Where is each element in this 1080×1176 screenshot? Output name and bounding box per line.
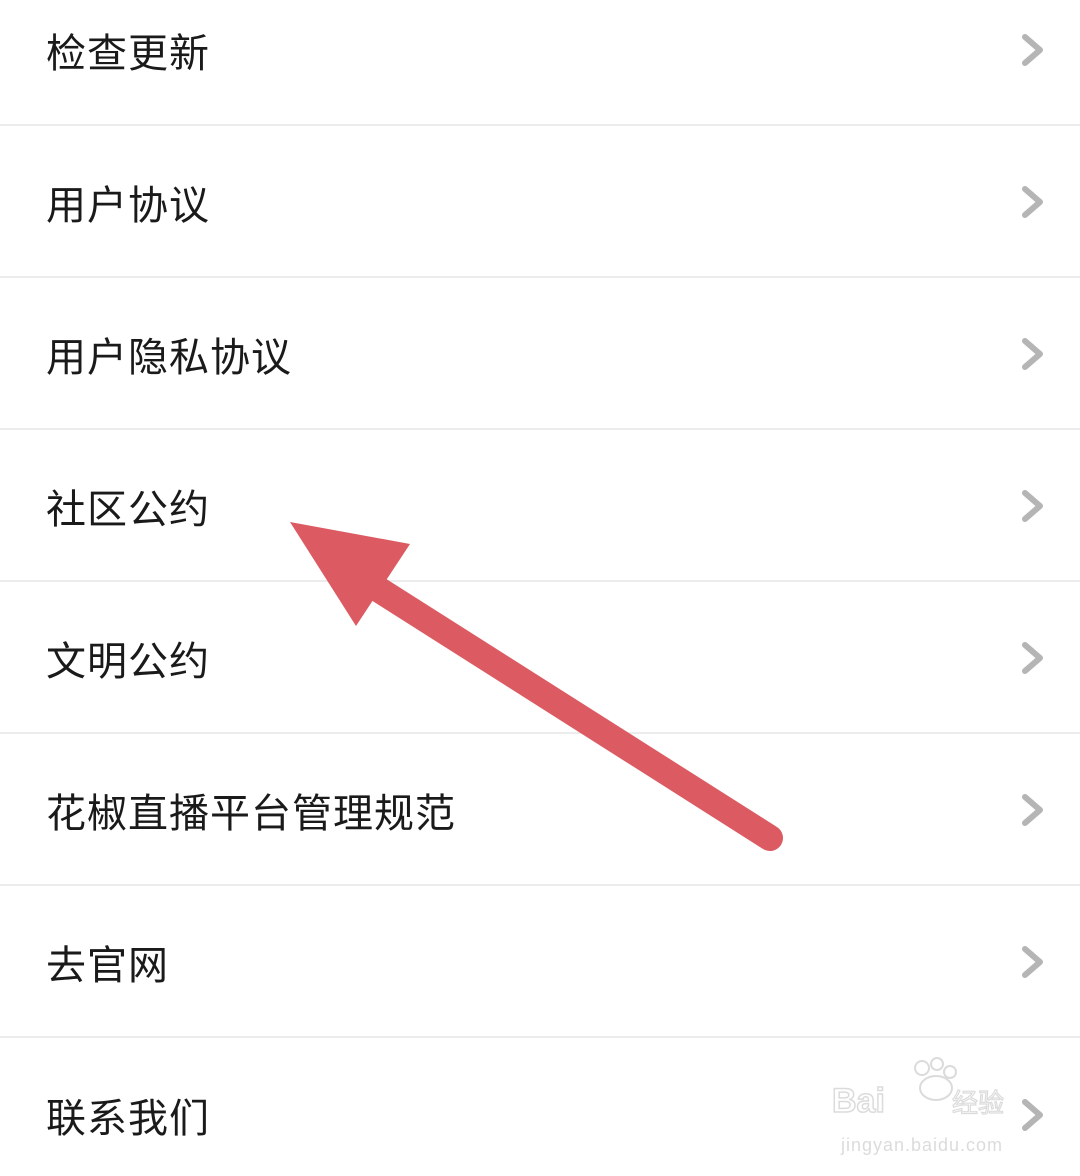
menu-item-official-website[interactable]: 去官网: [0, 888, 1080, 1038]
chevron-right-icon: [1020, 1098, 1046, 1132]
menu-item-label: 文明公约: [46, 639, 210, 685]
menu-item-community-convention[interactable]: 社区公约: [0, 432, 1080, 582]
menu-item-label: 检查更新: [46, 31, 210, 77]
menu-item-label: 去官网: [46, 943, 169, 989]
menu-item-label: 社区公约: [46, 487, 210, 533]
chevron-right-icon: [1020, 793, 1046, 827]
menu-item-label: 用户协议: [46, 183, 210, 229]
chevron-right-icon: [1020, 945, 1046, 979]
chevron-right-icon: [1020, 33, 1046, 67]
menu-item-privacy-agreement[interactable]: 用户隐私协议: [0, 280, 1080, 430]
chevron-right-icon: [1020, 641, 1046, 675]
menu-item-label: 联系我们: [46, 1096, 210, 1142]
menu-item-contact-us[interactable]: 联系我们: [0, 1040, 1080, 1176]
menu-item-label: 用户隐私协议: [46, 335, 292, 381]
menu-item-civility-convention[interactable]: 文明公约: [0, 584, 1080, 734]
menu-item-check-update[interactable]: 检查更新: [0, 0, 1080, 126]
menu-item-user-agreement[interactable]: 用户协议: [0, 128, 1080, 278]
chevron-right-icon: [1020, 489, 1046, 523]
menu-item-platform-rules[interactable]: 花椒直播平台管理规范: [0, 736, 1080, 886]
chevron-right-icon: [1020, 337, 1046, 371]
chevron-right-icon: [1020, 185, 1046, 219]
menu-item-label: 花椒直播平台管理规范: [46, 791, 456, 837]
settings-menu-list: 检查更新 用户协议 用户隐私协议 社区公约 文明公约 花椒直播平台管理规范 去官…: [0, 0, 1080, 1176]
